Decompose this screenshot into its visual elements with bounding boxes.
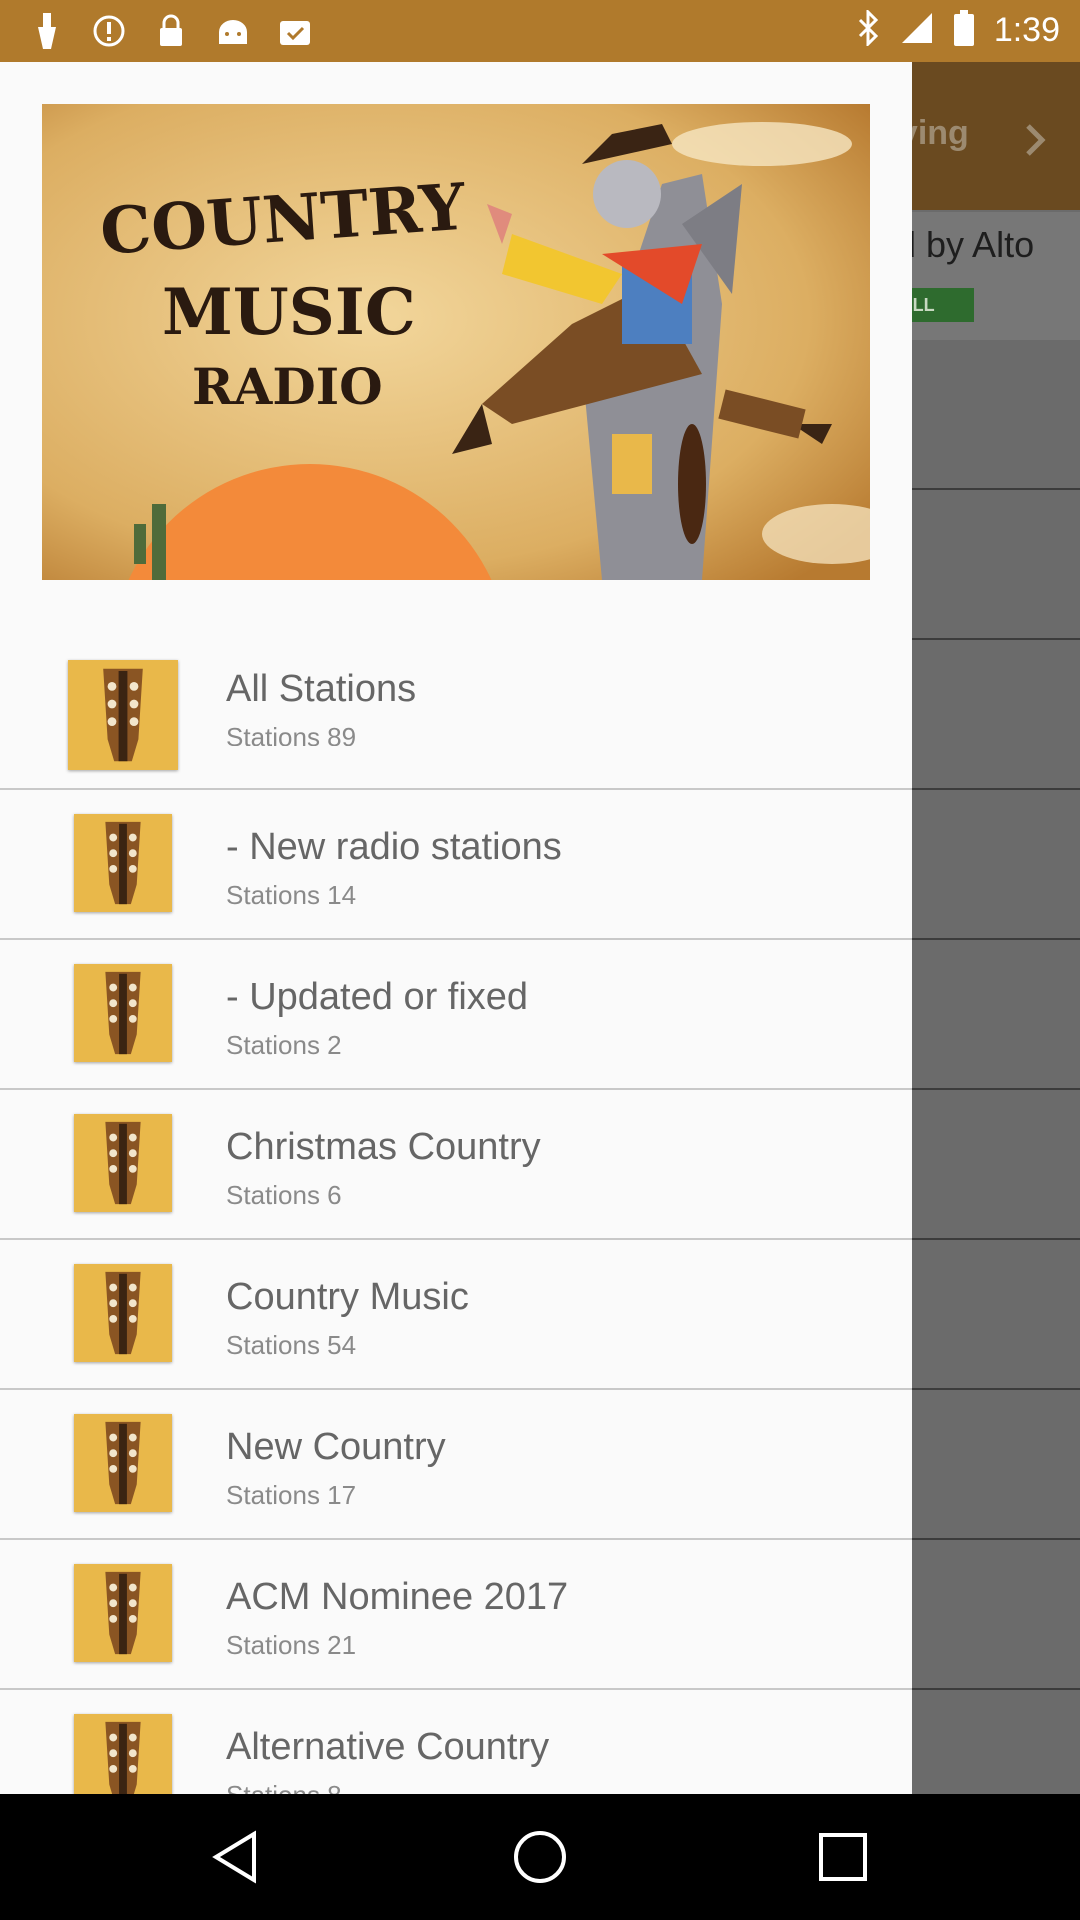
item-subtitle: Stations 6: [226, 1180, 342, 1210]
android-icon: [214, 12, 252, 50]
banner-line3: RADIO: [192, 357, 383, 416]
clock-time: 1:39: [993, 11, 1060, 49]
list-item-new-radio-stations[interactable]: - New radio stations Stations 14: [0, 790, 912, 940]
list-item-new-country[interactable]: New Country Stations 17: [0, 1390, 912, 1540]
divider: [910, 788, 1080, 790]
item-title: Alternative Country: [226, 1726, 550, 1768]
clipboard-check-icon: [276, 12, 314, 50]
item-subtitle: Stations 14: [226, 880, 357, 910]
item-subtitle: Stations 54: [226, 1330, 357, 1360]
guitar-headstock-icon: [74, 1414, 172, 1512]
status-bar: 1:39: [0, 0, 1080, 62]
divider: [910, 1238, 1080, 1240]
guitar-headstock-icon: [68, 660, 178, 770]
guitar-headstock-icon: [74, 1264, 172, 1362]
list-item-updated-or-fixed[interactable]: - Updated or fixed Stations 2: [0, 940, 912, 1090]
system-navigation-bar: [0, 1794, 1080, 1920]
divider: [910, 1688, 1080, 1690]
item-subtitle: Stations 17: [226, 1480, 357, 1510]
item-subtitle: Stations 89: [226, 722, 357, 746]
bluetooth-icon: [856, 8, 880, 51]
item-title: - Updated or fixed: [226, 976, 529, 1018]
item-title: ACM Nominee 2017: [226, 1576, 569, 1618]
item-title: Country Music: [226, 1276, 469, 1318]
signal-icon: [900, 11, 934, 50]
list-item-christmas-country[interactable]: Christmas Country Stations 6: [0, 1090, 912, 1240]
item-title: - New radio stations: [226, 826, 562, 868]
recent-apps-icon[interactable]: [810, 1824, 876, 1890]
item-subtitle: Stations 8: [226, 1780, 342, 1794]
divider: [910, 1088, 1080, 1090]
item-title: All Stations: [226, 668, 417, 710]
guitar-headstock-icon: [74, 1114, 172, 1212]
guitar-headstock-icon: [74, 1564, 172, 1662]
divider: [910, 1538, 1080, 1540]
chevron-right-icon[interactable]: [1024, 122, 1048, 163]
back-icon[interactable]: [204, 1824, 270, 1890]
guitar-headstock-icon: [74, 964, 172, 1062]
item-title: New Country: [226, 1426, 446, 1468]
divider: [910, 488, 1080, 490]
divider: [910, 638, 1080, 640]
list-item-country-music[interactable]: Country Music Stations 54: [0, 1240, 912, 1390]
guitar-headstock-icon: [74, 814, 172, 912]
battery-icon: [953, 10, 974, 51]
country-music-radio-banner: COUNTRY MUSIC RADIO: [42, 104, 870, 580]
list-item-alternative-country[interactable]: Alternative Country Stations 8: [0, 1690, 912, 1794]
divider: [910, 1388, 1080, 1390]
lock-icon: [152, 12, 190, 50]
list-item-acm-nominee-2017[interactable]: ACM Nominee 2017 Stations 21: [0, 1540, 912, 1690]
station-category-list: All Stations Stations 89 - New radio sta…: [0, 628, 912, 1794]
banner-line2: MUSIC: [162, 275, 416, 350]
guitar-headstock-icon: [74, 1714, 172, 1794]
home-icon[interactable]: [507, 1824, 573, 1890]
torch-icon: [28, 12, 66, 50]
item-subtitle: Stations 2: [226, 1030, 342, 1060]
navigation-drawer: COUNTRY MUSIC RADIO All Stations Station…: [0, 62, 912, 1794]
item-subtitle: Stations 21: [226, 1630, 357, 1660]
ad-text: d by Alto: [896, 224, 1035, 265]
list-item-all-stations[interactable]: All Stations Stations 89: [0, 628, 912, 790]
alert-icon: [90, 12, 128, 50]
item-title: Christmas Country: [226, 1126, 541, 1168]
divider: [910, 938, 1080, 940]
